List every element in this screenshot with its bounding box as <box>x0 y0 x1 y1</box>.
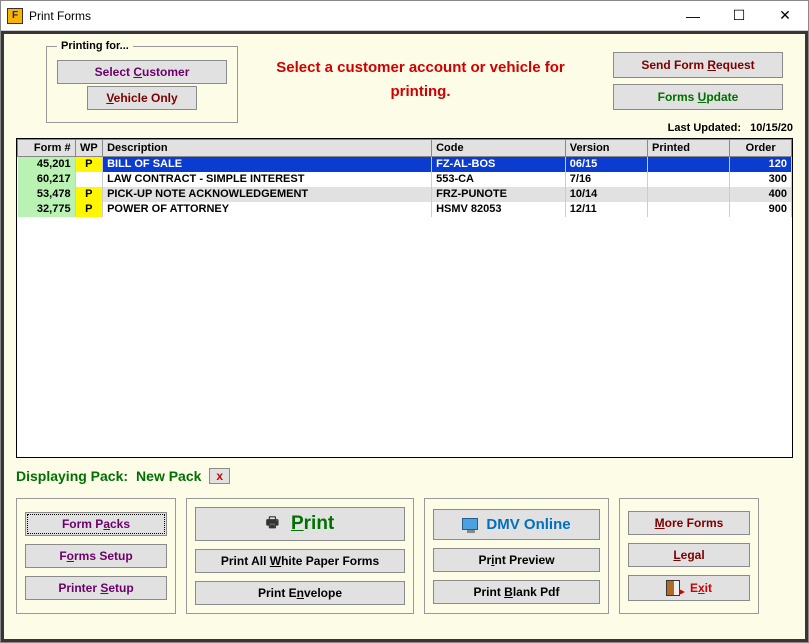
printer-setup-button[interactable]: Printer Setup <box>25 576 167 600</box>
titlebar: F Print Forms — ☐ ✕ <box>1 1 808 31</box>
panel-setup: Form Packs Forms Setup Printer Setup <box>16 498 176 614</box>
cell-order: 400 <box>730 187 792 202</box>
printing-for-legend: Printing for... <box>57 40 133 52</box>
table-row[interactable]: 60,217 LAW CONTRACT - SIMPLE INTEREST553-… <box>18 172 792 187</box>
cell-description: LAW CONTRACT - SIMPLE INTEREST <box>103 172 432 187</box>
cell-wp: P <box>75 187 102 202</box>
exit-door-icon <box>666 580 680 596</box>
print-button[interactable]: 🖶 Print <box>195 507 405 541</box>
col-wp[interactable]: WP <box>75 140 102 157</box>
table-row[interactable]: 45,201PBILL OF SALEFZ-AL-BOS06/15 120 <box>18 157 792 173</box>
panel-print: 🖶 Print Print All White Paper Forms Prin… <box>186 498 414 614</box>
cell-form-num: 45,201 <box>18 157 76 173</box>
app-icon: F <box>7 8 23 24</box>
exit-button[interactable]: Exit <box>628 575 750 601</box>
col-order[interactable]: Order <box>730 140 792 157</box>
select-customer-button[interactable]: Select Customer <box>57 60 227 84</box>
cell-code: HSMV 82053 <box>432 202 566 217</box>
top-row: Printing for... Select Customer Vehicle … <box>16 40 793 134</box>
last-updated-value: 10/15/20 <box>750 122 793 134</box>
close-window-button[interactable]: ✕ <box>762 1 808 31</box>
forms-table: Form # WP Description Code Version Print… <box>17 139 792 217</box>
col-code[interactable]: Code <box>432 140 566 157</box>
cell-code: FZ-AL-BOS <box>432 157 566 173</box>
print-blank-pdf-button[interactable]: Print Blank Pdf <box>433 580 600 604</box>
instruction-text: Select a customer account or vehicle for… <box>248 40 593 104</box>
print-all-white-paper-button[interactable]: Print All White Paper Forms <box>195 549 405 573</box>
form-packs-button[interactable]: Form Packs <box>25 512 167 536</box>
cell-description: POWER OF ATTORNEY <box>103 202 432 217</box>
content-area: Printing for... Select Customer Vehicle … <box>1 31 808 642</box>
cell-printed <box>648 187 730 202</box>
cell-wp: P <box>75 202 102 217</box>
cell-form-num: 53,478 <box>18 187 76 202</box>
cell-version: 06/15 <box>565 157 647 173</box>
printing-for-group: Printing for... Select Customer Vehicle … <box>46 40 238 123</box>
print-preview-button[interactable]: Print Preview <box>433 548 600 572</box>
cell-order: 300 <box>730 172 792 187</box>
panel-preview: DMV Online Print Preview Print Blank Pdf <box>424 498 609 614</box>
more-forms-button[interactable]: More Forms <box>628 511 750 535</box>
forms-setup-button[interactable]: Forms Setup <box>25 544 167 568</box>
window-title: Print Forms <box>29 9 91 23</box>
panel-more: More Forms Legal Exit <box>619 498 759 614</box>
pack-label: Displaying Pack: <box>16 468 128 484</box>
table-header-row: Form # WP Description Code Version Print… <box>18 140 792 157</box>
table-row[interactable]: 32,775PPOWER OF ATTORNEYHSMV 8205312/11 9… <box>18 202 792 217</box>
printer-icon: 🖶 <box>266 512 279 536</box>
minimize-button[interactable]: — <box>670 1 716 31</box>
cell-wp <box>75 172 102 187</box>
last-updated: Last Updated: 10/15/20 <box>603 122 793 134</box>
cell-order: 900 <box>730 202 792 217</box>
pack-close-button[interactable]: x <box>209 468 230 484</box>
forms-table-wrap[interactable]: Form # WP Description Code Version Print… <box>16 138 793 458</box>
legal-button[interactable]: Legal <box>628 543 750 567</box>
cell-description: BILL OF SALE <box>103 157 432 173</box>
bottom-panels: Form Packs Forms Setup Printer Setup 🖶 P… <box>16 498 793 614</box>
cell-code: FRZ-PUNOTE <box>432 187 566 202</box>
print-forms-window: F Print Forms — ☐ ✕ Printing for... Sele… <box>0 0 809 643</box>
cell-printed <box>648 202 730 217</box>
pack-name: New Pack <box>136 468 201 484</box>
cell-printed <box>648 172 730 187</box>
print-envelope-button[interactable]: Print Envelope <box>195 581 405 605</box>
cell-form-num: 32,775 <box>18 202 76 217</box>
forms-update-button[interactable]: Forms Update <box>613 84 783 110</box>
send-form-request-button[interactable]: Send Form Request <box>613 52 783 78</box>
col-description[interactable]: Description <box>103 140 432 157</box>
table-row[interactable]: 53,478PPICK-UP NOTE ACKNOWLEDGEMENTFRZ-P… <box>18 187 792 202</box>
cell-code: 553-CA <box>432 172 566 187</box>
col-version[interactable]: Version <box>565 140 647 157</box>
cell-order: 120 <box>730 157 792 173</box>
cell-printed <box>648 157 730 173</box>
top-right-buttons: Send Form Request Forms Update Last Upda… <box>603 40 793 134</box>
cell-version: 10/14 <box>565 187 647 202</box>
maximize-button[interactable]: ☐ <box>716 1 762 31</box>
pack-row: Displaying Pack: New Pack x <box>16 468 793 484</box>
col-form-num[interactable]: Form # <box>18 140 76 157</box>
vehicle-only-button[interactable]: Vehicle Only <box>87 86 197 110</box>
monitor-icon <box>462 518 478 530</box>
cell-version: 12/11 <box>565 202 647 217</box>
col-printed[interactable]: Printed <box>648 140 730 157</box>
dmv-online-button[interactable]: DMV Online <box>433 509 600 540</box>
cell-wp: P <box>75 157 102 173</box>
cell-version: 7/16 <box>565 172 647 187</box>
last-updated-label: Last Updated: <box>668 122 741 134</box>
cell-form-num: 60,217 <box>18 172 76 187</box>
cell-description: PICK-UP NOTE ACKNOWLEDGEMENT <box>103 187 432 202</box>
